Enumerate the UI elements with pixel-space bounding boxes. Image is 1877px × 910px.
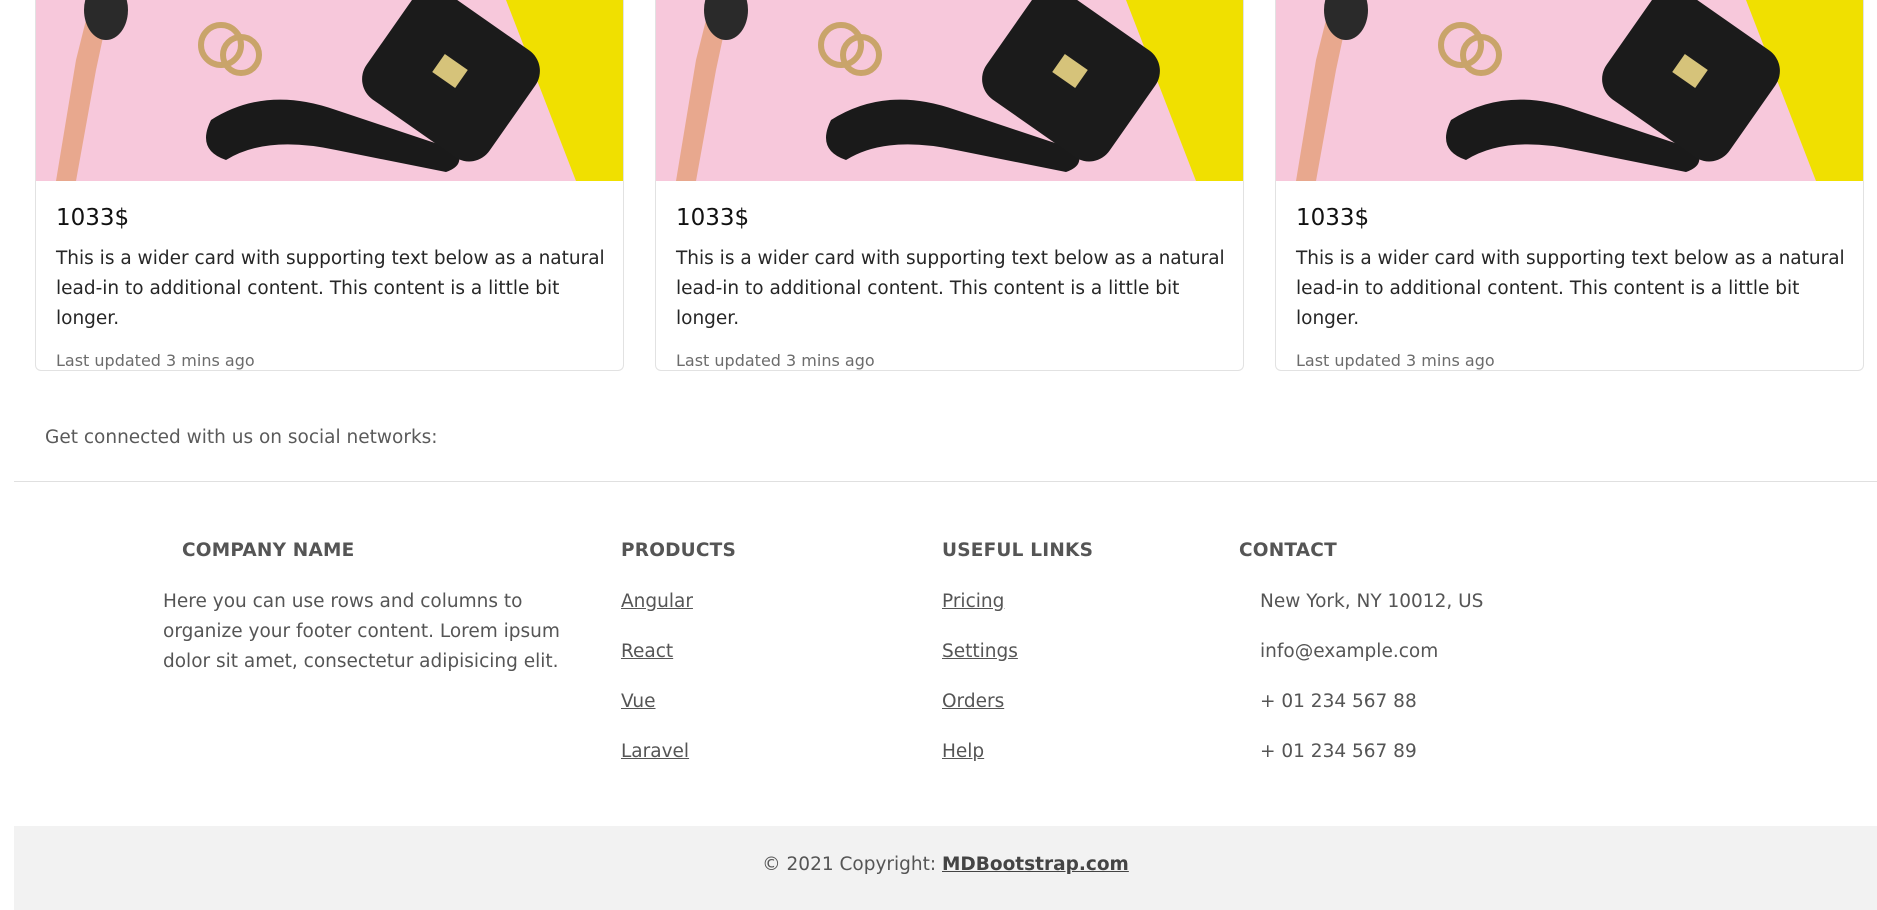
contact-heading: CONTACT — [1239, 540, 1337, 561]
company-heading: COMPANY NAME — [182, 540, 355, 561]
products-heading: PRODUCTS — [621, 540, 737, 561]
card-updated-time: Last updated 3 mins ago — [1296, 351, 1495, 370]
card-updated-time: Last updated 3 mins ago — [56, 351, 255, 370]
card-body: 1033$ This is a wider card with supporti… — [1276, 181, 1863, 370]
product-link-angular[interactable]: Angular — [621, 587, 901, 637]
contact-email: info@example.com — [1260, 641, 1439, 662]
card-group: 1033$ This is a wider card with supporti… — [35, 0, 1865, 372]
product-card[interactable]: 1033$ This is a wider card with supporti… — [655, 0, 1244, 371]
useful-link-help[interactable]: Help — [942, 737, 1202, 787]
card-image — [656, 0, 1243, 181]
page: 1033$ This is a wider card with supporti… — [0, 0, 1877, 910]
card-description: This is a wider card with supporting tex… — [1296, 248, 1845, 329]
card-description: This is a wider card with supporting tex… — [676, 248, 1225, 329]
useful-links-heading: USEFUL LINKS — [942, 540, 1094, 561]
useful-link-orders[interactable]: Orders — [942, 687, 1202, 737]
useful-link-settings[interactable]: Settings — [942, 637, 1202, 687]
card-price: 1033$ — [56, 205, 130, 231]
copyright-link[interactable]: MDBootstrap.com — [942, 854, 1129, 875]
card-body: 1033$ This is a wider card with supporti… — [36, 181, 623, 370]
card-price: 1033$ — [1296, 205, 1370, 231]
card-updated-time: Last updated 3 mins ago — [676, 351, 875, 370]
product-card[interactable]: 1033$ This is a wider card with supporti… — [1275, 0, 1864, 371]
useful-links: Pricing Settings Orders Help — [942, 587, 1202, 787]
product-link-laravel[interactable]: Laravel — [621, 737, 901, 787]
footer-useful-links-column: USEFUL LINKS Pricing Settings Orders Hel… — [942, 540, 1202, 787]
footer-contact-column: CONTACT New York, NY 10012, US info@exam… — [1239, 540, 1599, 787]
products-links: Angular React Vue Laravel — [621, 587, 901, 787]
social-text: Get connected with us on social networks… — [45, 427, 438, 448]
card-image — [1276, 0, 1863, 181]
card-body: 1033$ This is a wider card with supporti… — [656, 181, 1243, 370]
product-link-vue[interactable]: Vue — [621, 687, 901, 737]
company-description: Here you can use rows and columns to org… — [163, 591, 560, 672]
product-card[interactable]: 1033$ This is a wider card with supporti… — [35, 0, 624, 371]
social-bar: Get connected with us on social networks… — [14, 418, 1877, 482]
contact-items: New York, NY 10012, US info@example.com … — [1260, 587, 1599, 787]
contact-phone: + 01 234 567 88 — [1260, 691, 1417, 712]
copyright-bar: © 2021 Copyright: MDBootstrap.com — [14, 826, 1877, 910]
card-description: This is a wider card with supporting tex… — [56, 248, 605, 329]
contact-address: New York, NY 10012, US — [1260, 591, 1484, 612]
card-image — [36, 0, 623, 181]
contact-fax: + 01 234 567 89 — [1260, 741, 1417, 762]
footer-products-column: PRODUCTS Angular React Vue Laravel — [621, 540, 901, 787]
copyright-text: © 2021 Copyright: MDBootstrap.com — [14, 854, 1877, 875]
footer-company-column: COMPANY NAME Here you can use rows and c… — [163, 540, 563, 677]
useful-link-pricing[interactable]: Pricing — [942, 587, 1202, 637]
product-link-react[interactable]: React — [621, 637, 901, 687]
copyright-prefix: © 2021 Copyright: — [762, 854, 943, 875]
card-price: 1033$ — [676, 205, 750, 231]
